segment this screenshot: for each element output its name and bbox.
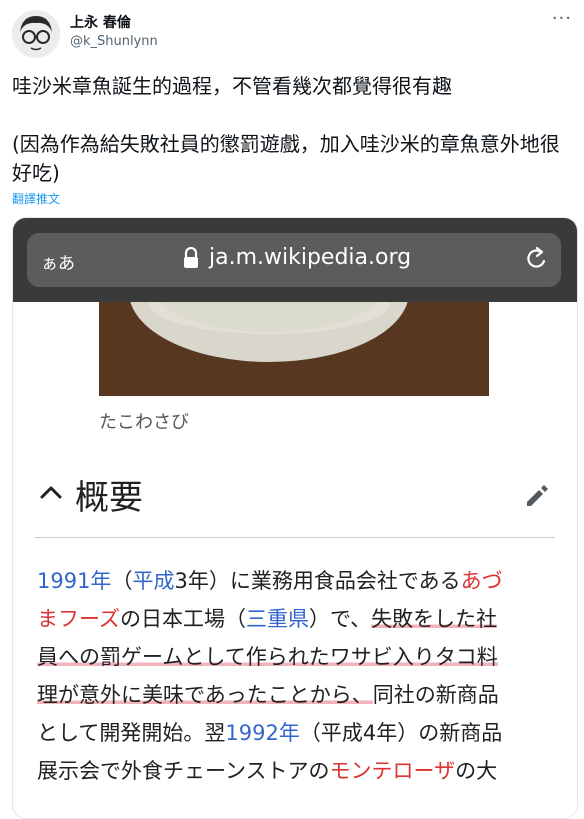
user-handle[interactable]: @k_Shunlynn bbox=[70, 34, 158, 49]
more-options-icon[interactable]: ··· bbox=[552, 8, 572, 29]
browser-toolbar: ぁあ ja.m.wikipedia.org bbox=[13, 218, 577, 302]
tweet-text-line1: 哇沙米章魚誕生的過程，不管看幾次都覺得很有趣 bbox=[12, 74, 452, 98]
translate-tweet-link[interactable]: 翻譯推文 bbox=[12, 190, 60, 207]
link-monteroza[interactable]: モンテローザ bbox=[330, 759, 456, 783]
section-header[interactable]: 概要 bbox=[35, 468, 555, 522]
article-text: 同社の新商品 bbox=[372, 683, 499, 707]
article-line-2: まフーズの日本工場（三重県）で、失敗をした社 bbox=[37, 600, 557, 638]
section-divider bbox=[35, 537, 555, 538]
article-text: 展示会で外食チェーンストアの bbox=[37, 759, 330, 783]
address-bar[interactable]: ぁあ ja.m.wikipedia.org bbox=[27, 233, 561, 287]
article-line-1: 1991年（平成3年）に業務用食品会社であるあづ bbox=[37, 562, 557, 600]
url-domain[interactable]: ja.m.wikipedia.org bbox=[209, 245, 411, 270]
highlighted-text: 失敗をした社 bbox=[371, 607, 498, 631]
user-avatar[interactable] bbox=[12, 10, 60, 58]
tweet-text: 哇沙米章魚誕生的過程，不管看幾次都覺得很有趣 (因為作為給失敗社員的懲罰遊戲，加… bbox=[12, 72, 578, 188]
link-1991[interactable]: 1991年 bbox=[37, 569, 111, 593]
attached-screenshot[interactable]: ぁあ ja.m.wikipedia.org たこわさび 概要 1991年（平成3… bbox=[12, 217, 578, 819]
article-body: 1991年（平成3年）に業務用食品会社であるあづ まフーズの日本工場（三重県）で… bbox=[37, 562, 557, 790]
text-size-button[interactable]: ぁあ bbox=[41, 249, 75, 274]
link-1992[interactable]: 1992年 bbox=[225, 721, 299, 745]
link-heisei[interactable]: 平成 bbox=[132, 569, 174, 593]
article-text: として開発開始。翌 bbox=[37, 721, 226, 745]
article-line-6: 展示会で外食チェーンストアのモンテローザの大 bbox=[37, 752, 557, 790]
reload-icon[interactable] bbox=[523, 246, 549, 278]
tweet-text-spacer bbox=[12, 101, 578, 130]
image-caption: たこわさび bbox=[99, 412, 189, 433]
chevron-up-icon[interactable] bbox=[39, 484, 63, 504]
article-text: の大 bbox=[455, 759, 498, 783]
article-line-5: として開発開始。翌1992年（平成4年）の新商品 bbox=[37, 714, 557, 752]
article-text: 3年）に業務用食品会社である bbox=[174, 569, 461, 593]
tweet-text-line2: (因為作為給失敗社員的懲罰遊戲，加入哇沙米的章魚意外地很好吃) bbox=[12, 132, 560, 185]
display-name[interactable]: 上永 春倫 bbox=[70, 12, 131, 32]
article-text: ）で、 bbox=[308, 607, 372, 631]
article-text: （平成4年）の新商品 bbox=[299, 721, 503, 745]
lock-icon bbox=[182, 246, 200, 273]
article-text: （ bbox=[111, 569, 133, 593]
link-azuma-foods[interactable]: あづ bbox=[461, 569, 503, 593]
article-image[interactable] bbox=[99, 302, 489, 396]
link-mie[interactable]: 三重県 bbox=[246, 607, 309, 631]
section-title: 概要 bbox=[75, 478, 143, 518]
article-line-3: 員への罰ゲームとして作られたワサビ入りタコ料 bbox=[37, 638, 557, 676]
link-azuma-foods-cont[interactable]: まフーズ bbox=[37, 607, 120, 631]
highlighted-text: 員への罰ゲームとして作られたワサビ入りタコ料 bbox=[37, 645, 498, 669]
article-line-4: 理が意外に美味であったことから、同社の新商品 bbox=[37, 676, 557, 714]
article-text: の日本工場（ bbox=[119, 607, 246, 631]
edit-pencil-icon[interactable] bbox=[523, 482, 551, 514]
highlighted-text: 理が意外に美味であったことから、 bbox=[37, 683, 373, 707]
